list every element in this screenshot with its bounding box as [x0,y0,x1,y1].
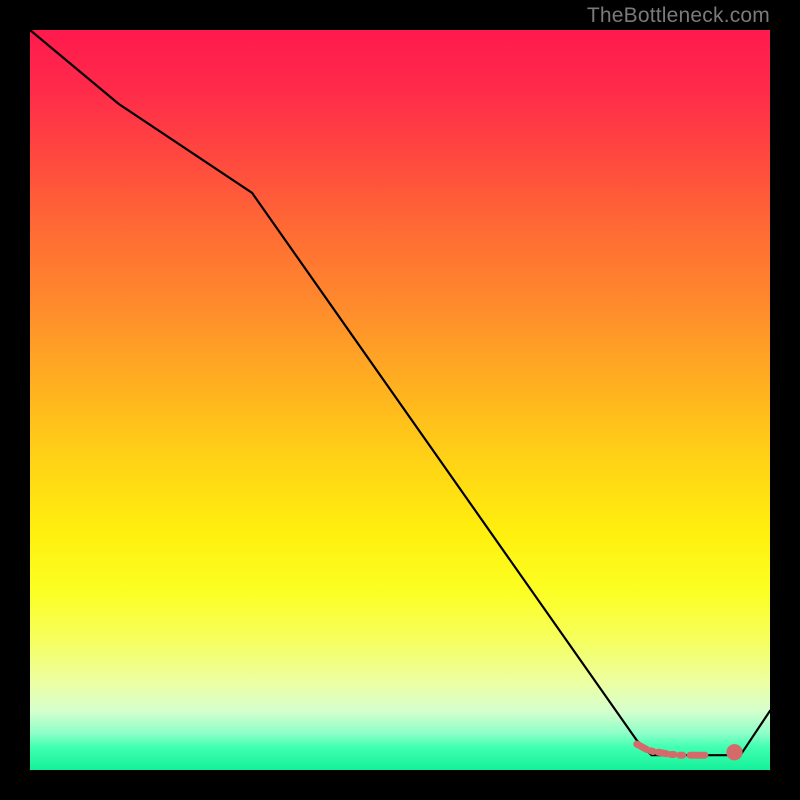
chart-main-curve [30,30,770,755]
chart-dash-segment [637,744,647,749]
chart-plot-area [30,30,770,770]
chart-dashed-band [637,744,743,760]
chart-dash-segment [651,751,653,752]
chart-svg [30,30,770,770]
chart-dash-segment [658,752,666,753]
watermark-text: TheBottleneck.com [587,4,770,28]
chart-marker-dot [726,744,742,760]
